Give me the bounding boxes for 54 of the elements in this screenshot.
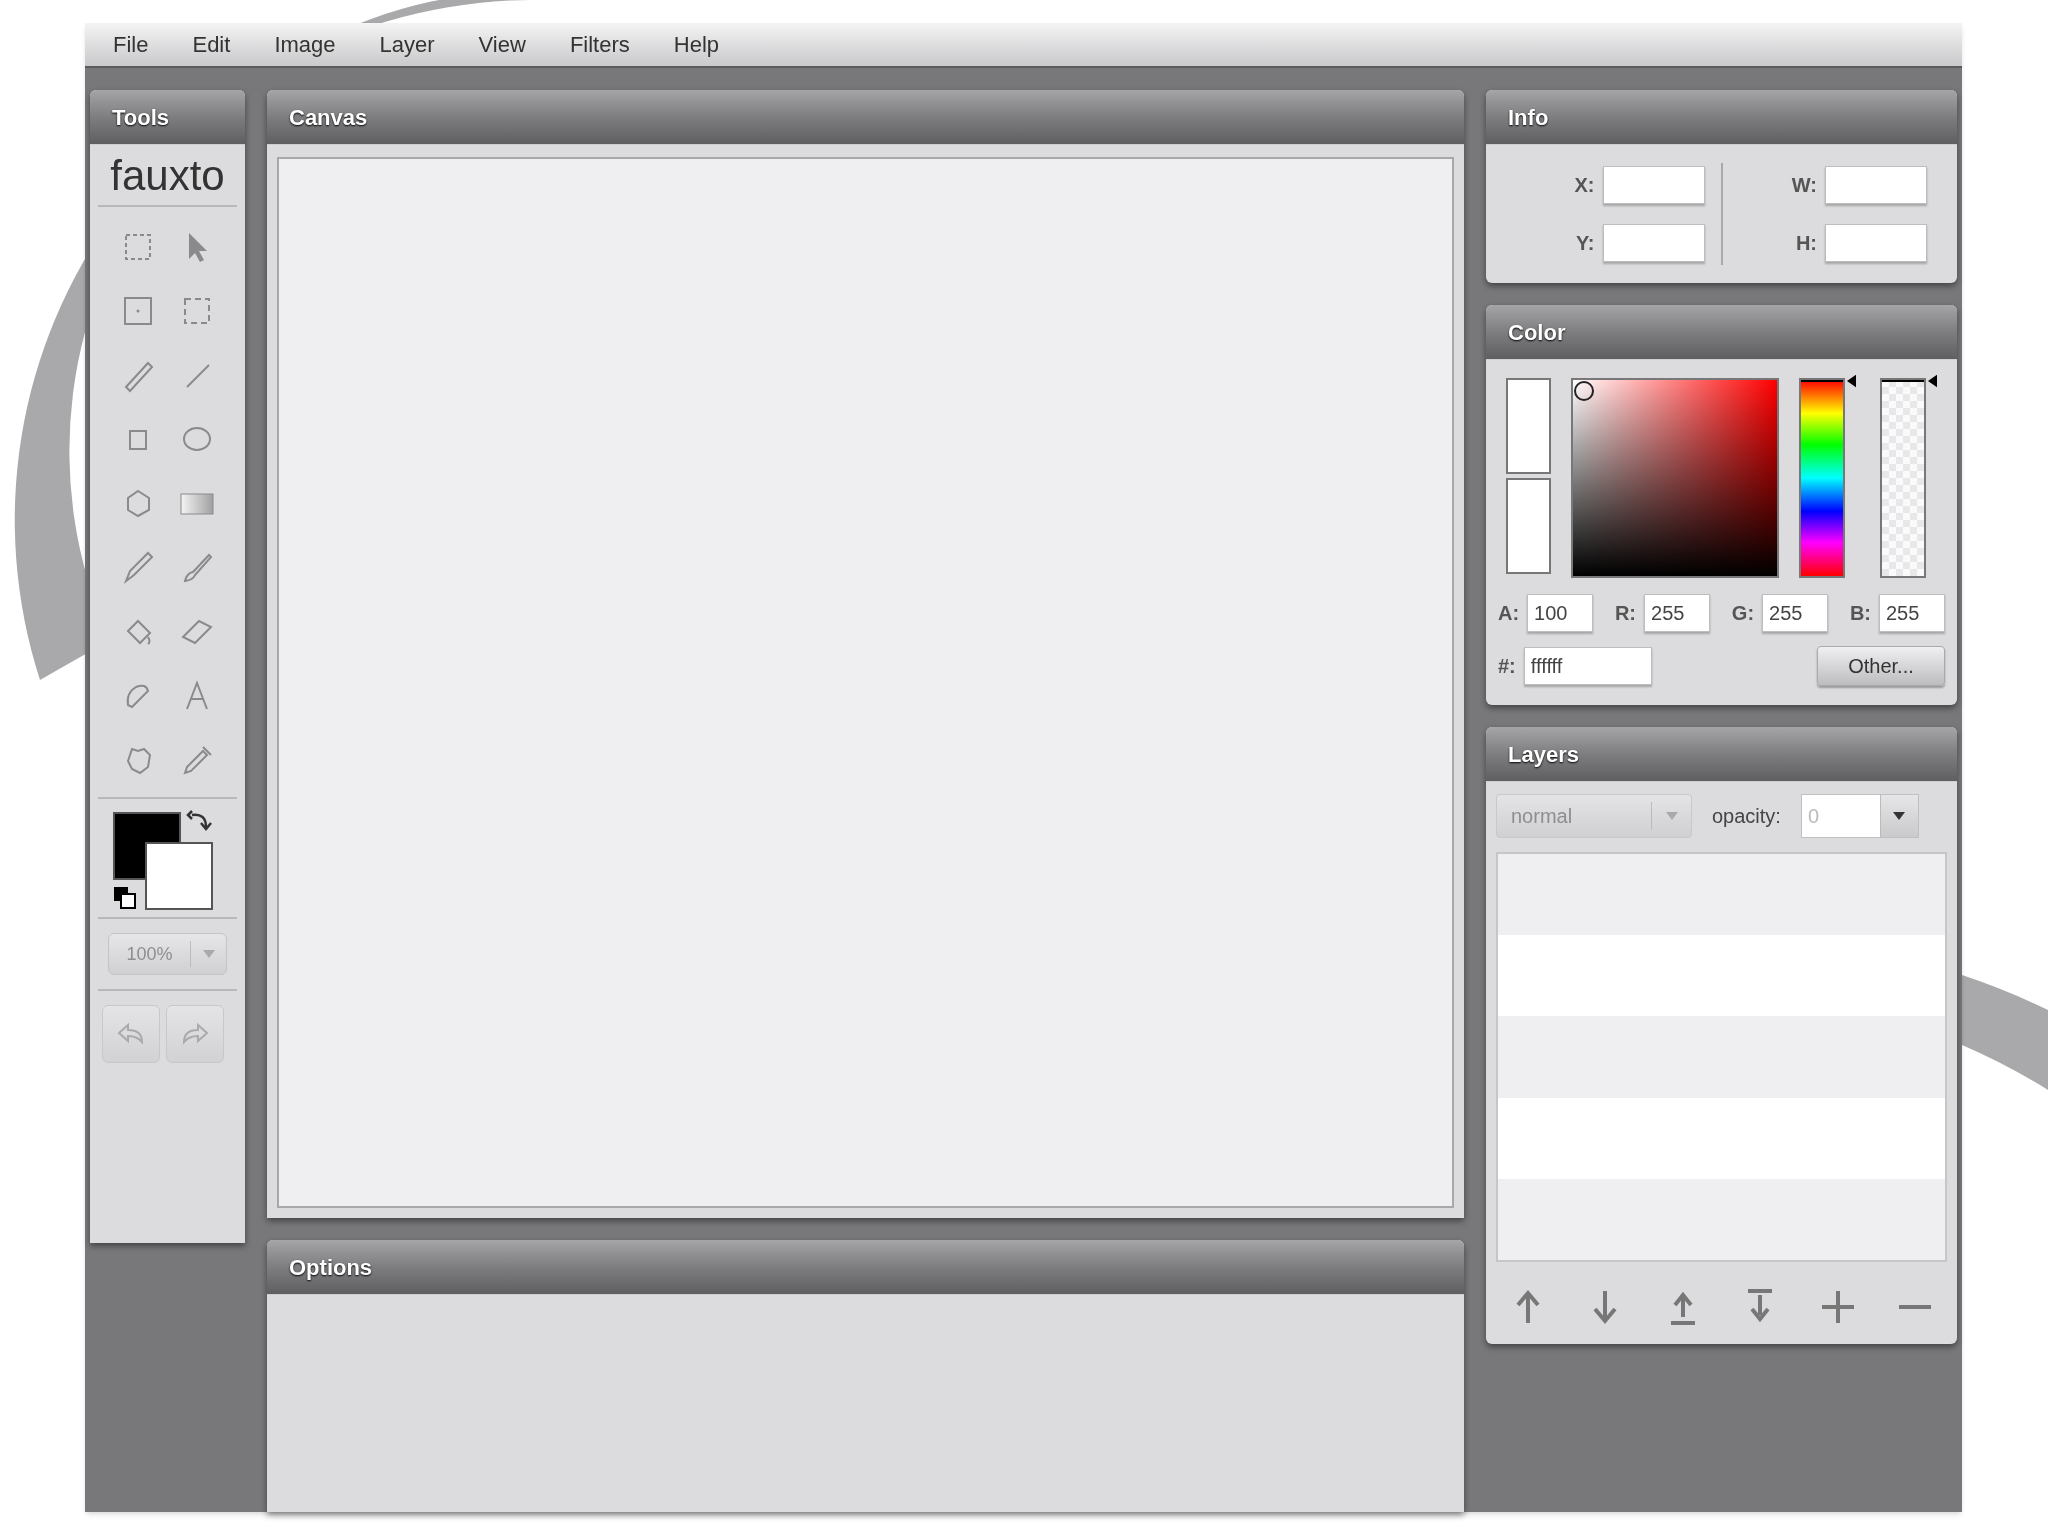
caret-icon [202,950,215,958]
input-field[interactable]: 255 [1879,594,1945,632]
panel-title: Tools [112,103,170,132]
saturation-value-square[interactable] [1571,378,1780,578]
input-field[interactable]: ffffff [1523,647,1652,685]
field-label: X: [1574,173,1595,198]
menu-item[interactable]: Help [673,28,719,61]
blend-mode-value: normal [1510,804,1574,829]
input-field[interactable]: 255 [1644,594,1711,632]
field-label: A: [1498,601,1520,626]
panel-title: Options [289,1253,373,1282]
app-logo: fauxto [98,145,237,207]
menu-item[interactable]: Filters [569,28,630,61]
zoom-value: 100% [125,942,174,966]
field-label: G: [1731,601,1755,626]
input-field[interactable] [1825,224,1927,262]
input-field[interactable]: 100 [1527,594,1594,632]
panel-title: Canvas [289,103,368,132]
menu-item[interactable]: File [113,28,149,61]
default-colors-icon[interactable] [112,885,138,911]
field-label: B: [1849,601,1871,626]
input-field[interactable] [1602,224,1705,262]
undo-button[interactable] [102,1005,160,1063]
menu-item[interactable]: View [478,28,526,61]
slider-position-line[interactable] [1801,380,1843,382]
field-label: W: [1791,173,1817,198]
field-label: Y: [1576,231,1595,256]
undo-icon [116,1022,146,1046]
menu-item[interactable]: Edit [192,28,231,61]
field-label: H: [1795,231,1817,256]
other-button[interactable]: Other... [1817,646,1945,686]
caret-icon [1665,812,1678,820]
slider-handle-icon[interactable] [1927,374,1937,388]
panel-title: Color [1508,318,1566,347]
redo-icon [180,1022,210,1046]
picker-handle-icon[interactable] [1573,380,1596,402]
slider-position-line[interactable] [1882,380,1924,382]
opacity-label: opacity: [1712,804,1781,829]
panel-title: Info [1508,103,1549,132]
field-label: R: [1614,601,1637,626]
input-field[interactable]: 255 [1762,594,1829,632]
caret-icon [1893,812,1906,820]
color-swatches-drawing[interactable] [113,812,213,912]
menu-item[interactable]: Image [274,28,336,61]
redo-button[interactable] [166,1005,224,1063]
slider-handle-icon[interactable] [1846,374,1857,388]
input-field[interactable] [1602,166,1705,204]
panel-title: Layers [1508,740,1579,769]
field-label: #: [1498,654,1516,679]
hue-slider[interactable] [1799,378,1845,578]
alpha-slider[interactable] [1880,378,1926,578]
menu-item[interactable]: Layer [379,28,435,61]
minus-icon [1896,1304,1933,1310]
input-field[interactable] [1825,166,1927,204]
